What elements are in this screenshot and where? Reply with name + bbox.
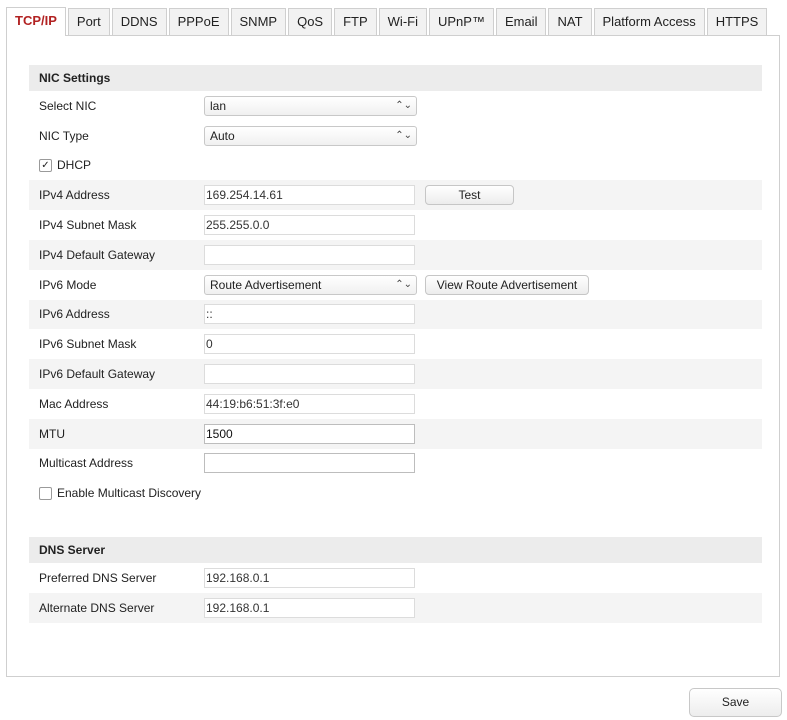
ipv6-gateway-label: IPv6 Default Gateway <box>39 367 156 382</box>
nic-settings-header: NIC Settings <box>29 65 762 91</box>
select-nic-label: Select NIC <box>39 98 97 113</box>
test-button[interactable]: Test <box>425 185 514 206</box>
ipv4-address-row: IPv4 Address Test <box>29 180 762 211</box>
alternate-dns-label: Alternate DNS Server <box>39 600 155 615</box>
multicast-discovery-label: Enable Multicast Discovery <box>57 486 202 501</box>
mac-address-row: Mac Address <box>29 389 762 419</box>
tab-wifi[interactable]: Wi-Fi <box>378 8 427 35</box>
alternate-dns-input[interactable] <box>204 597 415 618</box>
ipv4-gateway-input[interactable] <box>204 244 415 265</box>
tab-nat[interactable]: NAT <box>548 8 592 35</box>
tab-upnp[interactable]: UPnP™ <box>428 8 494 35</box>
tab-pppoe[interactable]: PPPoE <box>168 8 229 35</box>
tab-https[interactable]: HTTPS <box>706 8 768 35</box>
ipv4-subnet-label: IPv4 Subnet Mask <box>39 218 137 233</box>
ipv6-gateway-row: IPv6 Default Gateway <box>29 359 762 389</box>
dhcp-checkbox[interactable]: ✓ <box>39 158 52 172</box>
ipv6-address-input[interactable] <box>204 304 415 325</box>
tab-qos[interactable]: QoS <box>288 8 333 35</box>
ipv6-mode-value: Route Advertisement <box>210 277 322 292</box>
ipv6-address-row: IPv6 Address <box>29 299 762 330</box>
ipv4-gateway-label: IPv4 Default Gateway <box>39 247 156 262</box>
select-nic-dropdown[interactable]: lan ⌃⌄ <box>204 95 417 116</box>
settings-panel: NIC Settings Select NIC lan ⌃⌄ NIC Type … <box>6 35 780 677</box>
tab-tcp-ip[interactable]: TCP/IP <box>6 7 66 36</box>
mtu-label: MTU <box>39 426 65 441</box>
ipv6-subnet-input[interactable] <box>204 334 415 355</box>
mtu-row: MTU <box>29 418 762 449</box>
tab-platform-access[interactable]: Platform Access <box>593 8 705 35</box>
dhcp-row: ✓ DHCP <box>29 151 762 181</box>
ipv6-address-label: IPv6 Address <box>39 307 110 322</box>
mac-address-input[interactable] <box>204 393 415 414</box>
tab-bar: TCP/IP Port DDNS PPPoE SNMP QoS FTP Wi-F… <box>6 7 769 36</box>
mac-address-label: Mac Address <box>39 396 109 411</box>
ipv4-address-input[interactable] <box>204 185 415 206</box>
ipv4-gateway-row: IPv4 Default Gateway <box>29 239 762 270</box>
ipv6-mode-row: IPv6 Mode Route Advertisement ⌃⌄ View Ro… <box>29 270 762 300</box>
checkmark-icon: ✓ <box>41 159 50 171</box>
mtu-input[interactable] <box>204 423 415 444</box>
preferred-dns-row: Preferred DNS Server <box>29 563 762 593</box>
ipv4-subnet-row: IPv4 Subnet Mask <box>29 210 762 240</box>
up-down-chevron-icon: ⌃⌄ <box>395 99 412 111</box>
preferred-dns-label: Preferred DNS Server <box>39 570 157 585</box>
tab-snmp[interactable]: SNMP <box>230 8 287 35</box>
nic-type-label: NIC Type <box>39 128 89 143</box>
tab-port[interactable]: Port <box>67 8 110 35</box>
multicast-address-input[interactable] <box>204 453 415 474</box>
nic-settings-section: NIC Settings Select NIC lan ⌃⌄ NIC Type … <box>29 65 762 508</box>
up-down-chevron-icon: ⌃⌄ <box>395 278 412 290</box>
multicast-address-row: Multicast Address <box>29 449 762 479</box>
tab-ddns[interactable]: DDNS <box>111 8 167 35</box>
ipv4-address-label: IPv4 Address <box>39 188 110 203</box>
select-nic-value: lan <box>210 98 227 113</box>
dhcp-label: DHCP <box>57 158 92 173</box>
preferred-dns-input[interactable] <box>204 567 415 588</box>
multicast-address-label: Multicast Address <box>39 456 134 471</box>
dns-server-section: DNS Server Preferred DNS Server Alternat… <box>29 537 762 623</box>
multicast-discovery-row: Enable Multicast Discovery <box>29 478 762 508</box>
ipv4-subnet-input[interactable] <box>204 215 415 236</box>
alternate-dns-row: Alternate DNS Server <box>29 592 762 623</box>
nic-type-value: Auto <box>210 128 235 143</box>
select-nic-row: Select NIC lan ⌃⌄ <box>29 91 762 121</box>
up-down-chevron-icon: ⌃⌄ <box>395 129 412 141</box>
nic-type-row: NIC Type Auto ⌃⌄ <box>29 121 762 151</box>
multicast-discovery-checkbox[interactable] <box>39 486 52 500</box>
tab-email[interactable]: Email <box>495 8 547 35</box>
ipv6-subnet-row: IPv6 Subnet Mask <box>29 329 762 359</box>
save-button[interactable]: Save <box>689 688 782 717</box>
ipv6-subnet-label: IPv6 Subnet Mask <box>39 337 137 352</box>
view-route-advertisement-button[interactable]: View Route Advertisement <box>425 274 589 295</box>
ipv6-mode-dropdown[interactable]: Route Advertisement ⌃⌄ <box>204 274 417 295</box>
ipv6-gateway-input[interactable] <box>204 364 415 385</box>
tab-ftp[interactable]: FTP <box>334 8 377 35</box>
nic-type-dropdown[interactable]: Auto ⌃⌄ <box>204 125 417 146</box>
ipv6-mode-label: IPv6 Mode <box>39 277 97 292</box>
dns-server-header: DNS Server <box>29 537 762 563</box>
